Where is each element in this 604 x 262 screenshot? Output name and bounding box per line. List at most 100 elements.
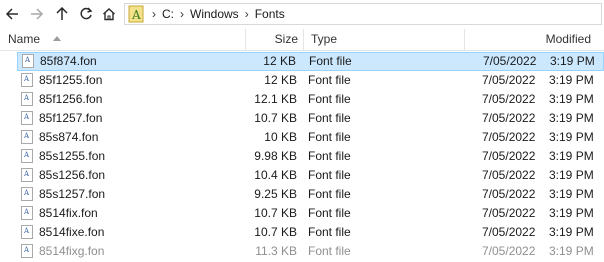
file-time: 3:19 PM	[549, 130, 594, 144]
column-header-name[interactable]: Name	[8, 29, 270, 50]
file-date: 7/05/2022	[482, 73, 536, 87]
file-row[interactable]: 8514fixe.fon 10.7 KB Font file 7/05/2022…	[17, 223, 604, 242]
column-header-type[interactable]: Type	[311, 29, 461, 50]
file-time: 3:19 PM	[549, 206, 594, 220]
file-size: 9.25 KB	[254, 187, 297, 201]
font-file-icon	[21, 111, 33, 125]
file-row[interactable]: 85f1257.fon 10.7 KB Font file 7/05/2022 …	[17, 109, 604, 128]
file-row[interactable]: 85s874.fon 10 KB Font file 7/05/2022 3:1…	[17, 128, 604, 147]
breadcrumb-windows[interactable]: Windows	[190, 7, 239, 21]
file-size: 10 KB	[264, 130, 297, 144]
file-time: 3:19 PM	[549, 225, 594, 239]
column-header-modified[interactable]: Modified	[465, 29, 591, 50]
home-button[interactable]	[99, 4, 119, 24]
file-date: 7/05/2022	[482, 149, 536, 163]
fonts-folder-icon: A	[128, 5, 144, 23]
file-type: Font file	[308, 73, 351, 87]
file-type: Font file	[308, 92, 351, 106]
back-arrow-icon	[5, 8, 18, 20]
address-bar[interactable]: A › C: › Windows › Fonts	[124, 3, 602, 25]
file-name: 8514fixg.fon	[39, 244, 105, 258]
font-file-icon	[21, 149, 33, 163]
file-size: 10.7 KB	[254, 225, 297, 239]
file-name: 8514fixe.fon	[39, 225, 105, 239]
file-name: 85s1255.fon	[39, 149, 106, 163]
refresh-icon	[80, 7, 93, 20]
file-time: 3:19 PM	[549, 168, 594, 182]
file-date: 7/05/2022	[482, 225, 536, 239]
file-size: 12 KB	[264, 73, 297, 87]
back-button[interactable]	[2, 4, 22, 24]
file-time: 3:19 PM	[549, 73, 594, 87]
column-header-modified-label: Modified	[545, 32, 591, 46]
file-size: 11.3 KB	[255, 244, 297, 258]
file-size: 10.7 KB	[254, 111, 297, 125]
file-time: 3:19 PM	[549, 187, 594, 201]
file-row[interactable]: 8514fix.fon 10.7 KB Font file 7/05/2022 …	[17, 204, 604, 223]
file-time: 3:19 PM	[549, 244, 594, 258]
forward-button[interactable]	[27, 4, 47, 24]
file-size: 12.1 KB	[254, 92, 297, 106]
file-time: 3:19 PM	[549, 149, 594, 163]
font-file-icon	[22, 54, 34, 68]
column-header-size-label: Size	[274, 32, 298, 46]
file-size: 10.7 KB	[254, 206, 297, 220]
file-name: 85f1257.fon	[39, 111, 103, 125]
font-file-icon	[21, 244, 33, 258]
file-type: Font file	[308, 187, 351, 201]
file-date: 7/05/2022	[482, 92, 536, 106]
home-icon	[103, 8, 115, 21]
column-divider[interactable]	[303, 29, 304, 50]
file-type: Font file	[308, 149, 351, 163]
font-file-icon	[21, 225, 33, 239]
font-file-icon	[21, 187, 33, 201]
file-time: 3:19 PM	[549, 92, 594, 106]
breadcrumb-separator-icon[interactable]: ›	[245, 7, 249, 21]
file-size: 9.98 KB	[254, 149, 297, 163]
file-row[interactable]: 85s1255.fon 9.98 KB Font file 7/05/2022 …	[17, 147, 604, 166]
breadcrumb-separator-icon[interactable]: ›	[180, 7, 184, 21]
font-file-icon	[21, 130, 33, 144]
file-row[interactable]: 85s1256.fon 10.4 KB Font file 7/05/2022 …	[17, 166, 604, 185]
svg-text:A: A	[131, 8, 141, 22]
breadcrumb-fonts[interactable]: Fonts	[255, 7, 285, 21]
file-type: Font file	[308, 168, 351, 182]
file-name: 85s1257.fon	[39, 187, 106, 201]
file-name: 85s874.fon	[39, 130, 99, 144]
file-name: 85f874.fon	[40, 54, 97, 68]
navigation-toolbar: A › C: › Windows › Fonts	[0, 0, 604, 30]
file-type: Font file	[308, 244, 351, 258]
font-file-icon	[21, 92, 33, 106]
column-header-size[interactable]: Size	[246, 29, 298, 50]
column-header-name-label: Name	[8, 32, 41, 46]
column-header: Name Size Type Modified	[0, 29, 604, 51]
file-name: 85s1256.fon	[39, 168, 106, 182]
file-date: 7/05/2022	[482, 130, 536, 144]
sort-ascending-icon	[53, 36, 61, 41]
file-size: 10.4 KB	[254, 168, 297, 182]
refresh-button[interactable]	[76, 4, 96, 24]
file-row[interactable]: 85f1255.fon 12 KB Font file 7/05/2022 3:…	[17, 71, 604, 90]
file-date: 7/05/2022	[482, 187, 536, 201]
breadcrumb-c-drive[interactable]: C:	[162, 7, 174, 21]
column-header-type-label: Type	[311, 32, 338, 46]
up-arrow-icon	[56, 7, 68, 20]
up-button[interactable]	[52, 4, 72, 24]
file-time: 3:19 PM	[549, 111, 594, 125]
file-type: Font file	[308, 206, 351, 220]
file-type: Font file	[308, 225, 351, 239]
file-type: Font file	[308, 111, 351, 125]
file-size: 12 KB	[263, 54, 296, 68]
breadcrumb-separator-icon[interactable]: ›	[152, 7, 156, 21]
file-name: 85f1255.fon	[39, 73, 103, 87]
file-row[interactable]: 85s1257.fon 9.25 KB Font file 7/05/2022 …	[17, 185, 604, 204]
file-date: 7/05/2022	[482, 206, 536, 220]
file-row[interactable]: 85f1256.fon 12.1 KB Font file 7/05/2022 …	[17, 90, 604, 109]
file-row[interactable]: 85f874.fon 12 KB Font file 7/05/2022 3:1…	[17, 52, 604, 71]
font-file-icon	[21, 168, 33, 182]
forward-arrow-icon	[31, 8, 44, 20]
file-row[interactable]: 8514fixg.fon 11.3 KB Font file 7/05/2022…	[17, 242, 604, 261]
file-type: Font file	[309, 54, 352, 68]
font-file-icon	[21, 73, 33, 87]
file-name: 8514fix.fon	[39, 206, 98, 220]
